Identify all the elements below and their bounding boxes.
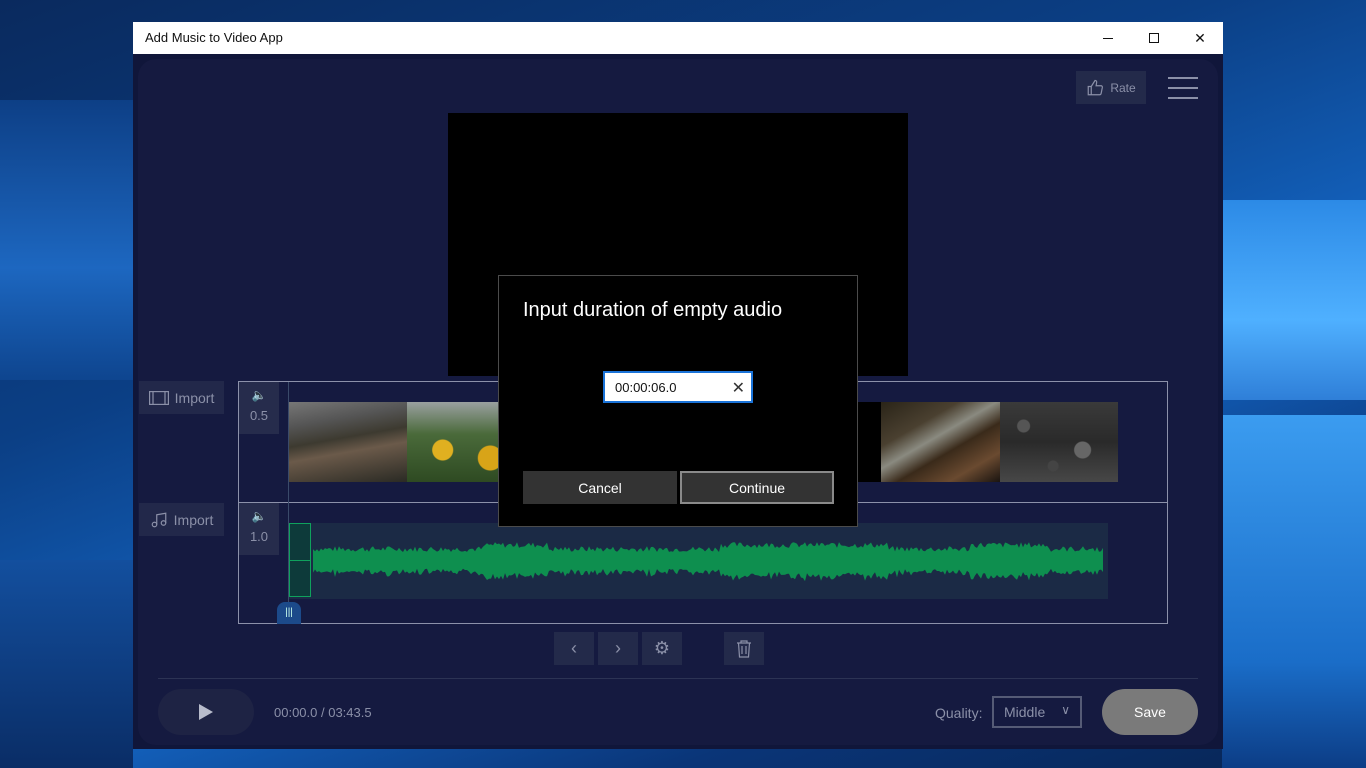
import-audio-button[interactable]: Import (139, 503, 224, 536)
speaker-icon: 🔈 (251, 388, 267, 402)
import-video-label: Import (174, 389, 215, 406)
play-button[interactable] (158, 689, 254, 735)
chevron-right-icon: › (615, 638, 621, 658)
time-display: 00:00.0 / 03:43.5 (274, 705, 372, 720)
settings-button[interactable]: ⚙ (642, 632, 682, 665)
window-title: Add Music to Video App (145, 30, 283, 45)
empty-audio-dialog: Input duration of empty audio 00:00:06.0… (498, 275, 858, 527)
quality-value: Middle (1004, 704, 1046, 720)
duration-input[interactable]: 00:00:06.0 ✕ (603, 371, 753, 403)
cancel-button[interactable]: Cancel (523, 471, 677, 504)
video-thumbnail (881, 402, 1000, 482)
next-button[interactable]: › (598, 632, 638, 665)
cancel-label: Cancel (578, 479, 622, 496)
video-volume-control[interactable]: 🔈 0.5 (239, 382, 279, 434)
duration-input-value: 00:00:06.0 (615, 380, 677, 395)
delete-button[interactable] (724, 632, 764, 665)
empty-audio-selection[interactable] (289, 523, 311, 597)
save-label: Save (1134, 704, 1166, 720)
maximize-button[interactable] (1131, 22, 1177, 54)
close-button[interactable]: ✕ (1177, 22, 1223, 54)
quality-select[interactable]: Middle ∨ (992, 696, 1082, 728)
video-volume-value: 0.5 (249, 408, 269, 423)
thumbs-up-icon (1087, 79, 1104, 95)
minimize-button[interactable] (1085, 22, 1131, 54)
import-audio-label: Import (173, 511, 214, 528)
trash-icon (737, 639, 751, 658)
hamburger-menu-icon[interactable] (1168, 77, 1198, 99)
continue-label: Continue (728, 479, 786, 496)
audio-volume-control[interactable]: 🔈 1.0 (239, 503, 279, 555)
title-bar: Add Music to Video App ✕ (133, 22, 1223, 54)
import-video-button[interactable]: Import (139, 381, 224, 414)
speaker-icon: 🔈 (251, 509, 267, 523)
desktop-wallpaper (0, 100, 133, 380)
close-icon: ✕ (1194, 29, 1206, 46)
desktop-wallpaper (1222, 415, 1366, 768)
desktop-wallpaper (0, 560, 133, 768)
play-icon (199, 704, 213, 720)
rate-label: Rate (1110, 80, 1136, 95)
audio-track[interactable] (289, 523, 1108, 599)
quality-label: Quality: (935, 705, 983, 721)
minimize-icon (1103, 37, 1113, 39)
save-button[interactable]: Save (1102, 689, 1198, 735)
dialog-title: Input duration of empty audio (523, 299, 783, 321)
music-note-icon (151, 512, 167, 527)
previous-button[interactable]: ‹ (554, 632, 594, 665)
footer-divider (158, 678, 1198, 679)
desktop-wallpaper (1222, 200, 1366, 400)
video-thumbnail (289, 402, 408, 482)
audio-volume-value: 1.0 (249, 529, 269, 544)
rate-button[interactable]: Rate (1076, 71, 1146, 104)
audio-waveform (313, 542, 1103, 582)
gear-icon: ⚙ (653, 638, 671, 658)
maximize-icon (1149, 33, 1159, 43)
clear-icon[interactable]: ✕ (732, 378, 745, 398)
video-thumbnail (999, 402, 1118, 482)
continue-button[interactable]: Continue (680, 471, 834, 504)
film-icon (148, 390, 169, 405)
playhead-handle[interactable]: ||| (277, 602, 301, 624)
chevron-down-icon: ∨ (1061, 703, 1070, 717)
chevron-left-icon: ‹ (571, 638, 577, 658)
